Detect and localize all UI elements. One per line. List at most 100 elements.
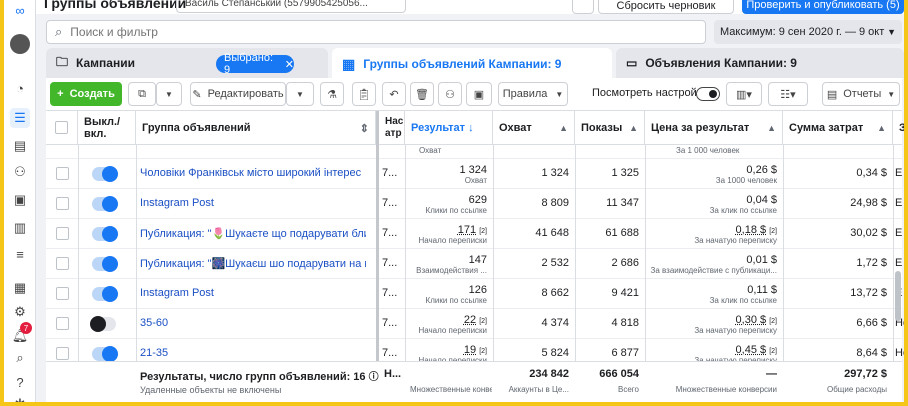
frozen-column-divider[interactable] [376, 111, 379, 402]
row-checkbox[interactable] [56, 197, 69, 210]
search-input[interactable] [70, 25, 671, 39]
tab-adsets[interactable]: ▦ Группы объявлений Кампании: 9 [332, 48, 612, 80]
adset-name-link[interactable]: Instagram Post [140, 197, 366, 209]
discard-draft-button[interactable]: Сбросить черновик [598, 0, 734, 14]
pages-icon[interactable]: ▦ [10, 278, 30, 298]
review-publish-button[interactable]: Проверить и опубликовать (5) [742, 0, 904, 14]
info-icon[interactable]: ⓘ [369, 372, 379, 383]
footer-subtitle: Удаленные объекты не включены [140, 385, 282, 395]
reach-cell: 41 648 [535, 227, 569, 239]
account-selector[interactable]: Василь Степанський (5579905425056... [176, 0, 406, 13]
duplicate-button[interactable]: ⧉ [128, 82, 156, 106]
cpr-cell: 0,30 $ [2] За начатую переписку [645, 309, 783, 339]
tab-ads[interactable]: ▭ Объявления Кампании: 9 [616, 48, 904, 78]
audience-button[interactable]: ⚇ [438, 82, 462, 106]
create-button[interactable]: + Создать [50, 82, 122, 106]
bug-report-icon[interactable]: ✲ [10, 394, 30, 402]
row-checkbox[interactable] [56, 347, 69, 360]
campaigns-table-icon[interactable]: ☰ [10, 108, 30, 128]
view-settings-toggle[interactable] [696, 87, 720, 101]
col-truncated[interactable]: За [893, 111, 904, 145]
footer-reach-sub: Аккаунты в Це... [508, 385, 569, 394]
row-checkbox[interactable] [56, 257, 69, 270]
date-range-picker[interactable]: Максимум: 9 сен 2020 г. — 9 окт 2023 г. … [714, 20, 902, 62]
help-icon[interactable]: ? [10, 372, 30, 392]
vertical-scrollbar[interactable] [894, 261, 902, 351]
edit-dropdown-button[interactable]: ▼ [286, 82, 314, 106]
adset-name-link[interactable]: Публикация: "🎆Шукаєш шо подарувати на но… [140, 257, 366, 270]
col-name[interactable]: Группа объявлений ⇕ [136, 111, 376, 145]
adset-name-link[interactable]: Чоловіки Франківськ місто широкий інтере… [140, 167, 366, 179]
search-filter-bar[interactable]: ⌕ [46, 20, 706, 44]
table-row[interactable]: Публикация: "🌷Шукаєте що подарувати близ… [46, 219, 902, 249]
col-cpr-label: Цена за результат [651, 122, 750, 134]
undo-button[interactable]: ↶ [382, 82, 406, 106]
rules-button[interactable]: Правила ▼ [498, 82, 568, 106]
close-icon[interactable]: ✕ [285, 58, 294, 71]
cpr-sub-label: За начатую переписку [694, 326, 777, 335]
settings-gear-icon[interactable]: ⚙ [10, 302, 30, 322]
row-status-toggle[interactable] [92, 286, 118, 302]
breakdown-button[interactable]: ☷▾ [768, 82, 808, 106]
duplicate-dropdown-button[interactable]: ▼ [156, 82, 182, 106]
adset-name-link[interactable]: Instagram Post [140, 287, 366, 299]
search-icon[interactable]: ⌕ [10, 348, 30, 368]
chevron-down-icon: ▼ [165, 89, 173, 99]
results-number: 22 [463, 314, 477, 326]
scrollbar-thumb[interactable] [895, 271, 901, 321]
footer-cpr: — [766, 368, 777, 380]
row-checkbox[interactable] [56, 167, 69, 180]
col-spent[interactable]: Сумма затрат ▲ [783, 111, 893, 145]
audiences-icon[interactable]: ⚇ [10, 162, 30, 182]
row-checkbox[interactable] [56, 227, 69, 240]
cpr-sub-partial: За 1 000 человек [676, 146, 740, 155]
history-button[interactable] [572, 0, 594, 14]
row-status-toggle[interactable] [90, 316, 116, 332]
trash-icon: 🗑︎ [415, 88, 429, 101]
table-row[interactable]: Instagram Post 7... 629 Клики по ссылке 8 80… [46, 189, 902, 219]
results-value: 126 [469, 284, 487, 296]
adset-name-link[interactable]: 35-60 [140, 317, 366, 329]
resize-handle-icon[interactable]: ⇕ [360, 122, 369, 135]
col-results[interactable]: Результат ↓ [405, 111, 493, 145]
row-checkbox[interactable] [56, 287, 69, 300]
table-row[interactable]: 35-60 7... 22 [2] Начало переписки 4 374 4 81… [46, 309, 904, 339]
dashboard-icon[interactable]: ◔ [10, 78, 30, 98]
billing-icon[interactable]: ▥ [10, 218, 30, 238]
ab-test-button[interactable]: ⚗ [320, 82, 344, 106]
reports-icon[interactable]: ▤ [10, 136, 30, 156]
table-row[interactable]: Публикация: "🎆Шукаєш шо подарувати на но… [46, 249, 902, 279]
row-status-toggle[interactable] [92, 256, 118, 272]
avatar[interactable] [10, 34, 30, 54]
col-toggle[interactable]: Выкл./вкл. [78, 111, 136, 145]
preview-button[interactable]: ▣ [466, 82, 492, 106]
col-reach[interactable]: Охват ▲ [493, 111, 575, 145]
row-status-toggle[interactable] [92, 166, 118, 182]
row-status-toggle[interactable] [92, 196, 118, 212]
row-status-toggle[interactable] [92, 346, 118, 362]
meta-logo-icon[interactable]: ∞ [10, 0, 30, 20]
col-cpr[interactable]: Цена за результат ▲ [645, 111, 783, 145]
col-impressions[interactable]: Показы ▲ [575, 111, 645, 145]
reports-button[interactable]: ▤ Отчеты ▼ [822, 82, 900, 106]
selected-count-chip[interactable]: Выбрано: 9 ✕ [216, 52, 294, 76]
delete-button[interactable]: 🗑︎ [410, 82, 434, 106]
select-all-checkbox[interactable] [55, 121, 68, 134]
spent-cell: 30,02 $ [850, 227, 887, 239]
table-row[interactable]: Instagram Post 7... 126 Клики по ссылке 8 66… [46, 279, 902, 309]
all-tools-menu-icon[interactable]: ≡ [10, 244, 30, 264]
table-footer-totals: Результаты, число групп объявлений: 16 ⓘ… [46, 361, 902, 402]
col-setup[interactable]: Нас атр [379, 111, 405, 145]
sort-icon: ▲ [877, 123, 886, 133]
clipboard-button[interactable]: 📋︎ [352, 82, 376, 106]
adset-name-link[interactable]: Публикация: "🌷Шукаєте що подарувати близ… [140, 227, 366, 240]
reach-cell: 1 324 [541, 167, 569, 179]
row-checkbox[interactable] [56, 317, 69, 330]
adset-name-link[interactable]: 21-35 [140, 347, 366, 359]
table-row[interactable]: Чоловіки Франківськ місто широкий інтере… [46, 159, 902, 189]
row-status-toggle[interactable] [92, 226, 118, 242]
clipboard-icon: 📋︎ [357, 88, 371, 101]
columns-button[interactable]: ▥▾ [726, 82, 762, 106]
media-library-icon[interactable]: ▣ [10, 190, 30, 210]
edit-button[interactable]: ✎ Редактировать [190, 82, 286, 106]
